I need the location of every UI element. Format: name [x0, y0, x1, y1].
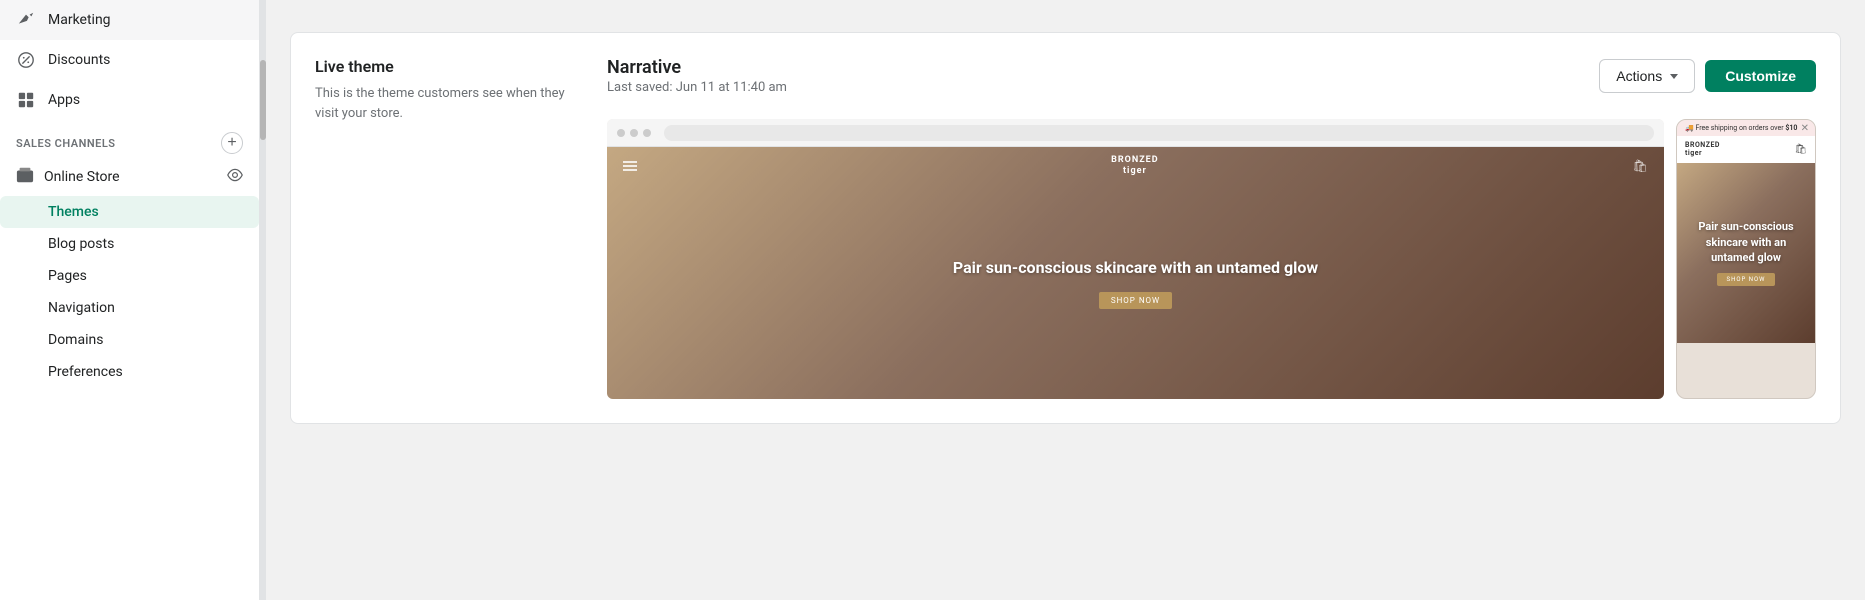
themes-label: Themes [48, 204, 99, 220]
mobile-store-logo: BRONZED tiger [1685, 141, 1720, 158]
mobile-hero-text: Pair sun-conscious skincare with an unta… [1677, 219, 1815, 265]
mobile-store-header: BRONZED tiger 🛍 [1677, 136, 1815, 163]
domains-label: Domains [48, 332, 103, 348]
theme-details: Narrative Last saved: Jun 11 at 11:40 am… [607, 57, 1816, 399]
browser-dot-2 [630, 129, 638, 137]
bag-icon: 🛍 [1633, 159, 1648, 173]
online-store-icon [16, 166, 34, 188]
browser-dot-3 [643, 129, 651, 137]
free-shipping-text: 🚚 Free shipping on orders over $10 [1685, 124, 1797, 132]
marketing-icon [16, 10, 36, 30]
live-theme-description: This is the theme customers see when the… [315, 84, 575, 123]
discounts-icon [16, 50, 36, 70]
desktop-preview-content: BRONZED tiger 🛍 Pair sun-conscious skinc… [607, 147, 1664, 399]
sub-nav-item-preferences[interactable]: Preferences [0, 356, 259, 388]
desktop-shop-now: SHOP NOW [1099, 292, 1172, 309]
mobile-banner: 🚚 Free shipping on orders over $10 ✕ [1677, 120, 1815, 136]
apps-label: Apps [48, 92, 80, 108]
main-content: Live theme This is the theme customers s… [266, 0, 1865, 600]
marketing-label: Marketing [48, 12, 111, 28]
live-theme-heading: Live theme [315, 57, 575, 76]
actions-button[interactable]: Actions [1599, 59, 1695, 93]
logo-line1: BRONZED [1111, 155, 1158, 166]
sub-nav-item-pages[interactable]: Pages [0, 260, 259, 292]
mobile-shop-now: SHOP NOW [1717, 273, 1776, 286]
add-sales-channel-button[interactable]: + [221, 132, 243, 154]
live-theme-card: Live theme This is the theme customers s… [290, 32, 1841, 424]
desktop-preview: BRONZED tiger 🛍 Pair sun-conscious skinc… [607, 119, 1664, 399]
sidebar-item-apps[interactable]: Apps [0, 80, 259, 120]
chevron-down-icon [1670, 74, 1678, 79]
mobile-logo-line1: BRONZED [1685, 141, 1720, 149]
mobile-bag-icon: 🛍 [1794, 144, 1807, 155]
eye-icon[interactable] [227, 167, 243, 187]
store-logo: BRONZED tiger [1111, 155, 1158, 177]
discounts-label: Discounts [48, 52, 110, 68]
theme-preview: BRONZED tiger 🛍 Pair sun-conscious skinc… [607, 119, 1816, 399]
mobile-logo-line2: tiger [1685, 149, 1720, 157]
blog-posts-label: Blog posts [48, 236, 114, 252]
navigation-label: Navigation [48, 300, 115, 316]
browser-bar [607, 119, 1664, 147]
actions-label: Actions [1616, 68, 1662, 84]
theme-title-group: Narrative Last saved: Jun 11 at 11:40 am [607, 57, 787, 95]
hamburger-icon [623, 161, 637, 171]
theme-actions: Actions Customize [1599, 59, 1816, 93]
sub-nav-item-themes[interactable]: Themes [0, 196, 259, 228]
preferences-label: Preferences [48, 364, 123, 380]
customize-button[interactable]: Customize [1705, 60, 1816, 92]
online-store-label: Online Store [44, 169, 217, 185]
sub-nav-item-navigation[interactable]: Navigation [0, 292, 259, 324]
store-nav: BRONZED tiger 🛍 [607, 155, 1664, 177]
theme-header: Narrative Last saved: Jun 11 at 11:40 am… [607, 57, 1816, 95]
sub-nav-item-blog-posts[interactable]: Blog posts [0, 228, 259, 260]
customize-label: Customize [1725, 68, 1796, 84]
pages-label: Pages [48, 268, 87, 284]
apps-icon [16, 90, 36, 110]
close-icon: ✕ [1801, 123, 1809, 134]
theme-saved: Last saved: Jun 11 at 11:40 am [607, 80, 787, 95]
mobile-preview: 🚚 Free shipping on orders over $10 ✕ BRO… [1676, 119, 1816, 399]
sidebar-item-online-store[interactable]: Online Store [0, 158, 259, 196]
theme-name: Narrative [607, 57, 787, 78]
desktop-hero-text: Pair sun-conscious skincare with an unta… [933, 257, 1338, 279]
free-shipping-amount: $10 [1785, 124, 1797, 132]
sidebar-item-marketing[interactable]: Marketing [0, 0, 259, 40]
sales-channels-label: SALES CHANNELS [16, 137, 116, 150]
browser-dot-1 [617, 129, 625, 137]
logo-line2: tiger [1111, 166, 1158, 177]
sub-nav-item-domains[interactable]: Domains [0, 324, 259, 356]
browser-url-bar [664, 125, 1654, 141]
mobile-hero: Pair sun-conscious skincare with an unta… [1677, 163, 1815, 343]
sales-channels-section: SALES CHANNELS + [0, 120, 259, 158]
sidebar-item-discounts[interactable]: Discounts [0, 40, 259, 80]
live-theme-info: Live theme This is the theme customers s… [315, 57, 575, 123]
sidebar: Marketing Discounts Apps SALES CHANNELS … [0, 0, 260, 600]
